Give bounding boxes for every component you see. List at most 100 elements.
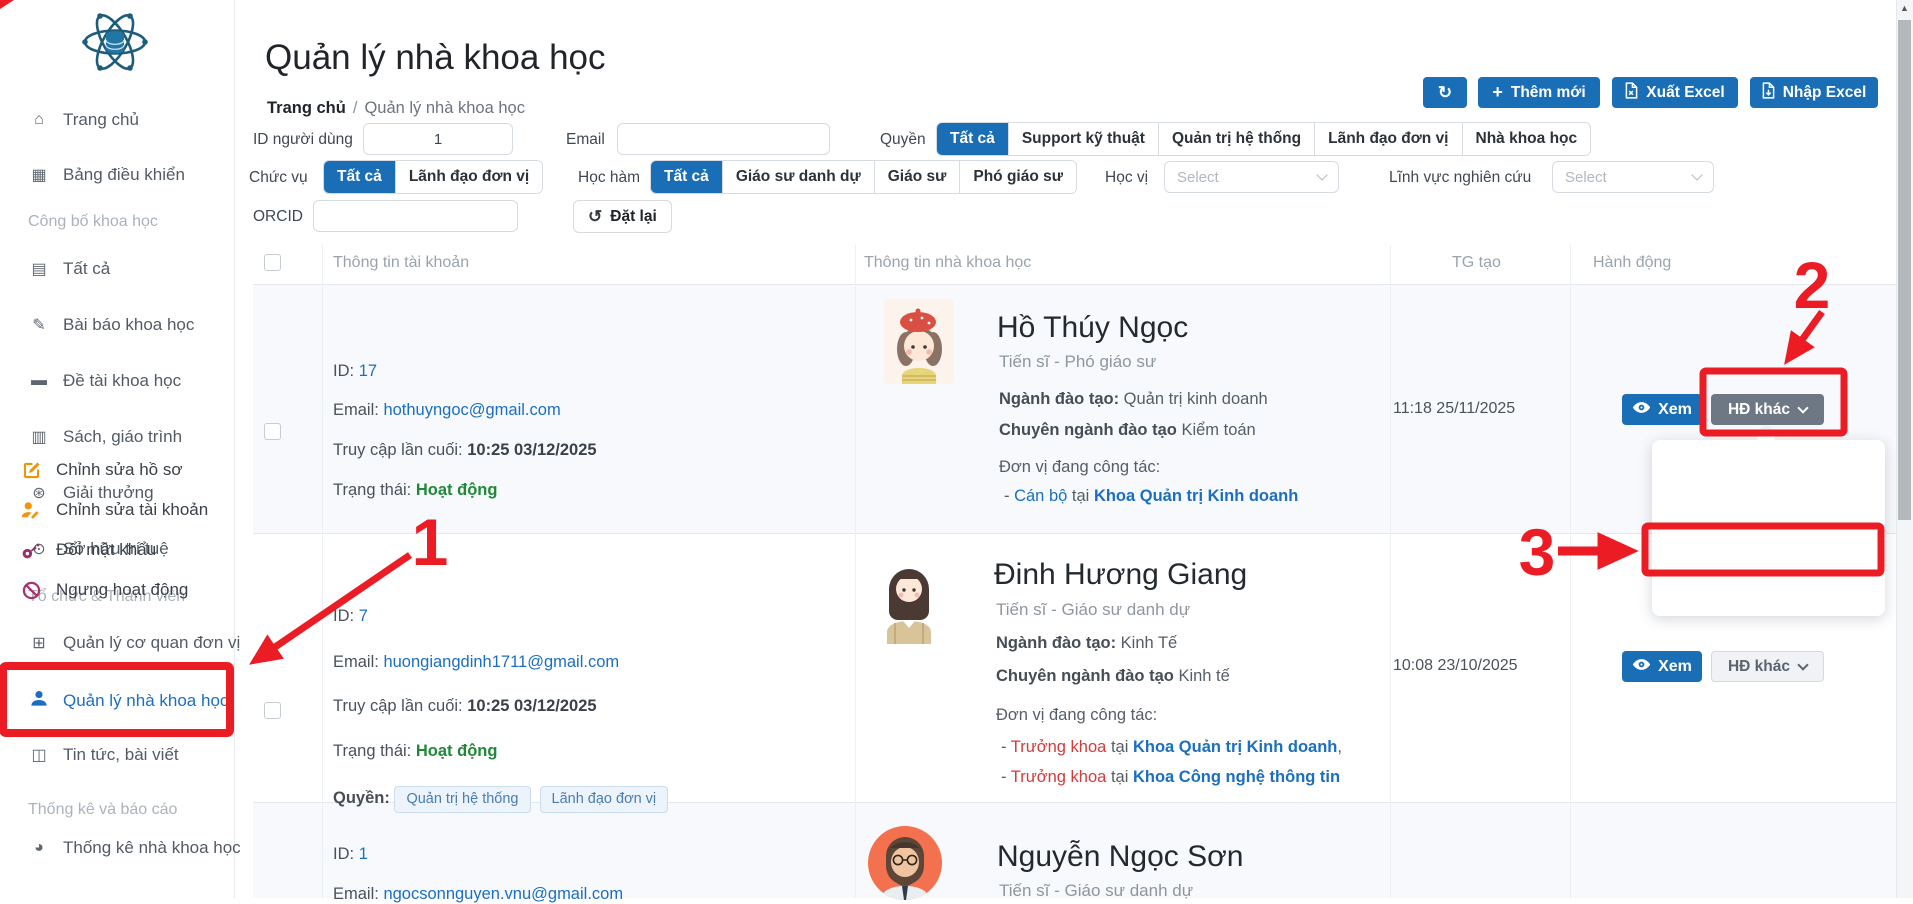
menu-item-change-password[interactable]: Đổi mật khẩu [0, 530, 233, 570]
email-link[interactable]: huongiangdinh1711@gmail.com [383, 653, 619, 671]
role-link[interactable]: Cán bộ [1014, 487, 1067, 505]
chevron-down-icon [1797, 659, 1808, 670]
sidebar-item-all[interactable]: ▤Tất cả [28, 259, 110, 279]
sidebar-item-org[interactable]: ⊞Quản lý cơ quan đơn vị [28, 633, 240, 653]
sidebar-item-label: Sách, giáo trình [63, 427, 182, 447]
import-excel-button[interactable]: Nhập Excel [1750, 77, 1878, 108]
page-title: Quản lý nhà khoa học [265, 38, 606, 78]
sidebar-item-label: Bảng điều khiển [63, 165, 185, 185]
filter-linhvuc-select[interactable]: Select [1552, 161, 1714, 193]
row-status: Trạng thái: Hoạt động [333, 742, 497, 761]
refresh-button[interactable]: ↻ [1423, 77, 1467, 108]
sidebar-item-stats[interactable]: ◕Thống kê nhà khoa học [28, 838, 241, 858]
id-link[interactable]: 1 [359, 845, 368, 863]
role-badge: Lãnh đạo đơn vị [540, 786, 669, 813]
export-excel-button[interactable]: Xuất Excel [1612, 77, 1738, 108]
unit-link[interactable]: Khoa Công nghệ thông tin [1133, 768, 1340, 786]
menu-item-deactivate[interactable]: Ngưng hoạt động [0, 570, 233, 610]
scrollbar-up-arrow[interactable]: ▲ [1898, 1, 1911, 16]
select-all-checkbox[interactable] [264, 254, 281, 271]
view-button[interactable]: Xem [1622, 651, 1702, 682]
avatar [884, 299, 954, 384]
filter-hocham-group: Tất cả Giáo sư danh dự Giáo sư Phó giáo … [650, 160, 1077, 194]
quyen-option-admin[interactable]: Quản trị hệ thống [1159, 123, 1315, 155]
sidebar-item-label: Thống kê nhà khoa học [63, 838, 241, 858]
role-link[interactable]: Trưởng khoa [1011, 738, 1107, 756]
row-checkbox[interactable] [264, 702, 281, 719]
quyen-option-all[interactable]: Tất cả [937, 123, 1009, 155]
sidebar-section-thongke: Thống kê và báo cáo [28, 801, 177, 819]
add-new-button[interactable]: +Thêm mới [1478, 77, 1600, 108]
scientist-name: Đinh Hương Giang [994, 558, 1247, 592]
filter-userid-input[interactable] [363, 123, 513, 155]
row-email: Email: ngocsonnguyen.vnu@gmail.com [333, 885, 623, 904]
scrollbar-thumb[interactable] [1898, 20, 1911, 520]
filter-orcid-input[interactable] [313, 200, 518, 232]
scientist-chuyen: Chuyên ngành đào tạo Kinh tế [996, 667, 1230, 686]
unit-link[interactable]: Khoa Quản trị Kinh doanh [1094, 487, 1298, 505]
chevron-down-icon [1316, 169, 1327, 180]
divider [1390, 245, 1391, 898]
sidebar-item-articles[interactable]: ✎Bài báo khoa học [28, 315, 194, 335]
hocham-option-gs[interactable]: Giáo sư [875, 161, 961, 193]
row-last-access: Truy cập lần cuối: 10:25 03/12/2025 [333, 697, 597, 716]
filter-hocvi-label: Học vị [1105, 161, 1148, 194]
column-header-account: Thông tin tài khoản [333, 254, 469, 272]
avatar [868, 826, 942, 900]
quyen-option-scientist[interactable]: Nhà khoa học [1463, 123, 1591, 155]
quyen-option-support[interactable]: Support kỹ thuật [1009, 123, 1159, 155]
plus-icon: + [1492, 82, 1503, 103]
sidebar-item-books[interactable]: ▥Sách, giáo trình [28, 427, 182, 447]
scientist-nganh: Ngành đào tạo: Kinh Tế [996, 634, 1177, 653]
email-link[interactable]: hothuyngoc@gmail.com [383, 401, 560, 419]
divider [253, 284, 1896, 285]
view-button[interactable]: Xem [1622, 394, 1702, 425]
menu-item-edit-profile[interactable]: Chỉnh sửa hồ sơ [0, 450, 233, 490]
scientist-units-label: Đơn vị đang công tác: [996, 706, 1157, 725]
column-header-created: TG tạo [1452, 254, 1501, 272]
breadcrumb-home[interactable]: Trang chủ [267, 99, 346, 117]
status-badge: Hoạt động [416, 742, 498, 760]
filter-email-input[interactable] [617, 123, 830, 155]
divider [253, 533, 1896, 534]
sidebar-item-label: Trang chủ [63, 110, 139, 130]
filter-linhvuc-label: Lĩnh vực nghiên cứu [1389, 161, 1531, 194]
chucvu-option-leader[interactable]: Lãnh đạo đơn vị [396, 161, 542, 193]
avatar [875, 551, 943, 644]
home-icon: ⌂ [28, 111, 50, 129]
unit-link[interactable]: Khoa Quản trị Kinh doanh [1133, 738, 1337, 756]
sidebar-item-news[interactable]: ◫Tin tức, bài viết [28, 745, 179, 765]
sidebar-item-scientists[interactable]: Quản lý nhà khoa học [28, 689, 228, 712]
scientist-icon [28, 689, 50, 712]
id-link[interactable]: 17 [359, 362, 377, 380]
hocham-option-pgs[interactable]: Phó giáo sư [960, 161, 1076, 193]
id-link[interactable]: 7 [359, 607, 368, 625]
edit-icon [21, 461, 41, 480]
list-icon: ▤ [28, 259, 50, 279]
quyen-option-leader[interactable]: Lãnh đạo đơn vị [1315, 123, 1462, 155]
filter-chucvu-group: Tất cả Lãnh đạo đơn vị [323, 160, 543, 194]
row-roles: Quyền: Quản trị hệ thốngLãnh đạo đơn vị [333, 786, 677, 813]
more-actions-button[interactable]: HĐ khác [1711, 651, 1824, 682]
scientist-nganh: Ngành đào tạo: Quản trị kinh doanh [999, 390, 1268, 409]
scientist-degree: Tiến sĩ - Giáo sư danh dự [999, 881, 1193, 901]
news-icon: ◫ [28, 745, 50, 765]
column-header-actions: Hành động [1593, 254, 1671, 272]
undo-icon: ↺ [588, 207, 602, 227]
chucvu-option-all[interactable]: Tất cả [324, 161, 396, 193]
email-link[interactable]: ngocsonnguyen.vnu@gmail.com [383, 885, 623, 903]
hocham-option-gsdd[interactable]: Giáo sư danh dự [723, 161, 875, 193]
filter-hocvi-select[interactable]: Select [1164, 161, 1339, 193]
divider [322, 245, 323, 898]
menu-item-edit-account[interactable]: Chỉnh sửa tài khoản [0, 490, 233, 530]
reset-button[interactable]: ↺Đặt lại [573, 200, 672, 233]
role-link[interactable]: Trưởng khoa [1011, 768, 1107, 786]
sidebar-item-dashboard[interactable]: ▦Bảng điều khiển [28, 165, 185, 185]
sidebar-item-projects[interactable]: ▬Đề tài khoa học [28, 371, 181, 391]
sidebar-item-home[interactable]: ⌂ Trang chủ [28, 110, 139, 130]
more-actions-button[interactable]: HĐ khác [1711, 394, 1824, 425]
row-checkbox[interactable] [264, 423, 281, 440]
hocham-option-all[interactable]: Tất cả [651, 161, 723, 193]
eye-icon [1632, 401, 1651, 419]
key-icon [21, 540, 41, 560]
